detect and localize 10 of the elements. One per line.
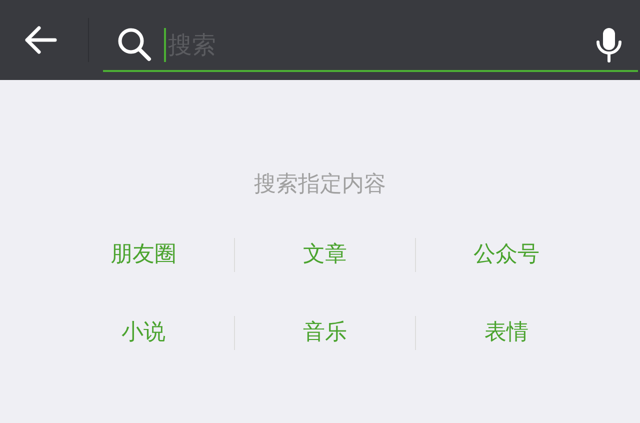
search-icon <box>116 27 152 63</box>
category-link[interactable]: 表情 <box>484 318 529 348</box>
category-link[interactable]: 公众号 <box>474 240 540 270</box>
microphone-icon[interactable] <box>596 27 622 63</box>
category-link[interactable]: 小说 <box>121 318 166 348</box>
category-link[interactable]: 文章 <box>303 240 347 270</box>
back-arrow-icon <box>23 25 57 55</box>
category-link[interactable]: 朋友圈 <box>110 240 176 270</box>
category-link[interactable]: 音乐 <box>303 318 347 348</box>
section-title: 搜索指定内容 <box>254 171 386 199</box>
